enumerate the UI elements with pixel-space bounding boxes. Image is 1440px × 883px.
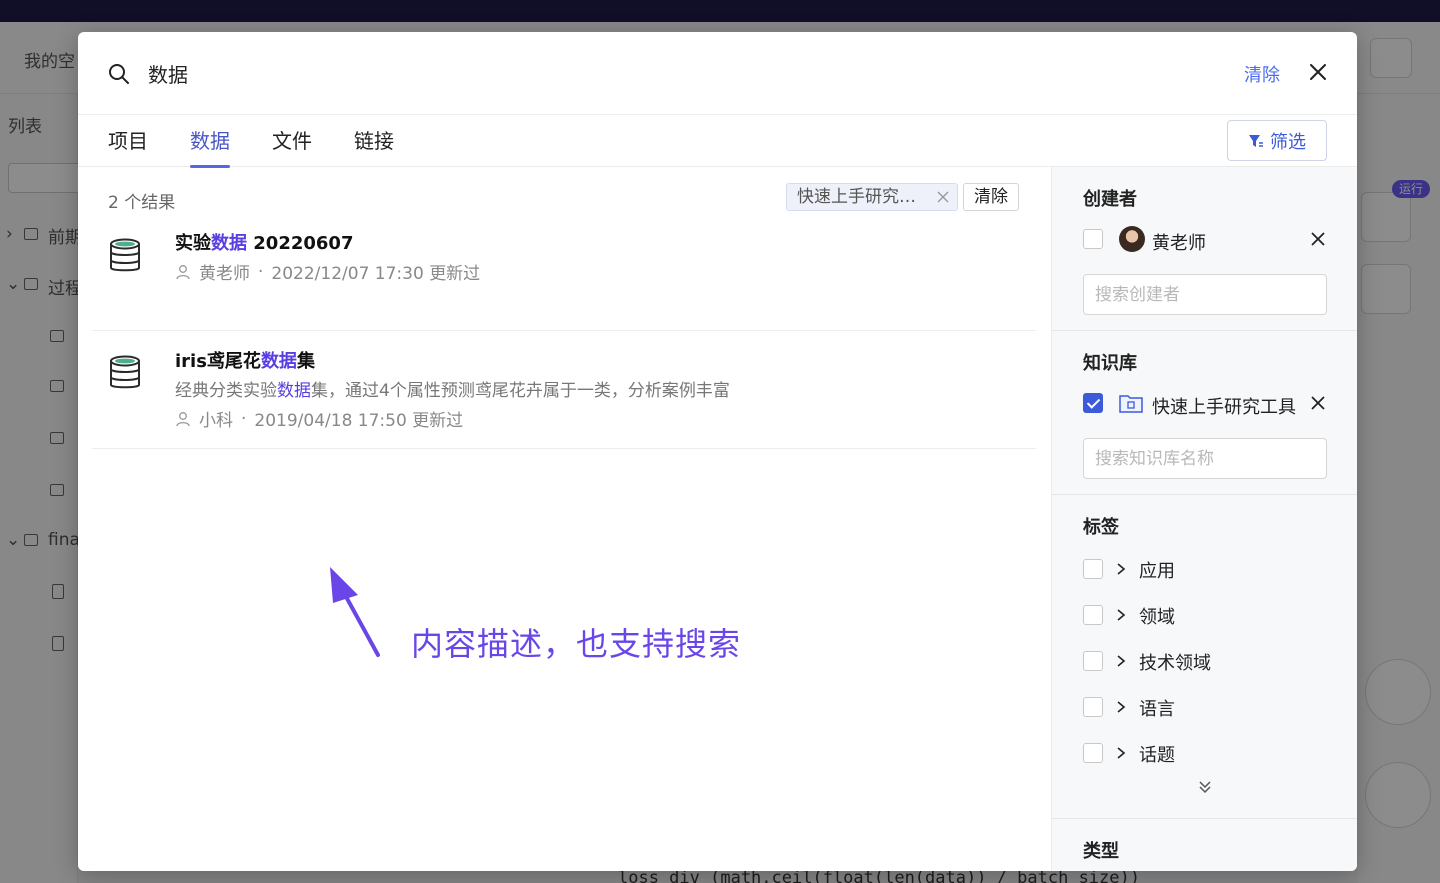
- user-icon: [176, 264, 190, 279]
- filter-panel: 创建者 黄老师 知识库 快速上手研究工具 标签: [1051, 167, 1357, 871]
- tag-checkbox[interactable]: [1083, 605, 1103, 625]
- chevron-right-icon[interactable]: [1115, 563, 1127, 575]
- meta-separator: ·: [241, 408, 247, 429]
- creator-checkbox[interactable]: [1083, 229, 1103, 249]
- remove-knowledge-base-icon[interactable]: [1310, 395, 1326, 411]
- chevron-right-icon[interactable]: [1115, 701, 1127, 713]
- result-title-text: 实验: [175, 233, 211, 254]
- filter-button-label: 筛选: [1270, 131, 1306, 153]
- type-filter-section: 类型: [1052, 819, 1357, 871]
- creator-search-input[interactable]: [1083, 274, 1327, 315]
- user-icon: [176, 411, 190, 426]
- result-description-highlight: 数据: [277, 381, 311, 401]
- database-icon: [110, 355, 140, 389]
- result-meta: 黄老师 · 2022/12/07 17:30 更新过: [175, 259, 480, 284]
- tag-checkbox[interactable]: [1083, 743, 1103, 763]
- search-input[interactable]: [148, 56, 1208, 90]
- tag-checkbox[interactable]: [1083, 651, 1103, 671]
- knowledge-base-filter-section: 知识库 快速上手研究工具: [1052, 331, 1357, 495]
- close-icon[interactable]: [1307, 61, 1329, 83]
- active-filter-chip-label: 快速上手研究…: [797, 187, 916, 207]
- avatar: [1119, 226, 1145, 252]
- creator-name: 黄老师: [1152, 233, 1206, 254]
- search-modal: 清除 项目 数据 文件 链接 筛选 2 个结果 快速上手研究… 清: [78, 32, 1357, 871]
- remove-chip-icon[interactable]: [937, 191, 949, 203]
- creator-filter-section: 创建者 黄老师: [1052, 167, 1357, 331]
- knowledge-base-search-input[interactable]: [1083, 438, 1327, 479]
- active-filter-chip: 快速上手研究…: [786, 183, 958, 211]
- result-tabs: 项目 数据 文件 链接 筛选: [78, 115, 1357, 168]
- result-updated: 2019/04/18 17:50 更新过: [254, 411, 464, 431]
- filter-icon: [1249, 134, 1263, 147]
- filter-button[interactable]: 筛选: [1227, 120, 1327, 161]
- arrow-annotation-icon: [330, 567, 380, 657]
- result-title: 实验数据 20220607: [175, 229, 353, 255]
- result-description-text: 经典分类实验: [175, 381, 277, 401]
- type-title: 类型: [1083, 841, 1119, 862]
- result-author: 小科: [199, 411, 233, 431]
- remove-creator-icon[interactable]: [1310, 231, 1326, 247]
- results-list: 2 个结果 快速上手研究… 清除 实验数据 20220607 黄老师 · 202…: [78, 167, 1051, 871]
- result-description-text: 集，通过4个属性预测鸢尾花卉属于一类，分析案例丰富: [311, 381, 730, 401]
- tags-title: 标签: [1083, 517, 1119, 538]
- result-title-text: 集: [296, 351, 315, 372]
- clear-filters-button[interactable]: 清除: [963, 183, 1019, 211]
- result-title: iris鸢尾花数据集: [175, 347, 315, 373]
- tag-checkbox[interactable]: [1083, 559, 1103, 579]
- result-count: 2 个结果: [108, 193, 176, 213]
- annotation-text: 内容描述，也支持搜索: [411, 625, 742, 663]
- tab-projects[interactable]: 项目: [108, 125, 148, 167]
- result-meta: 小科 · 2019/04/18 17:50 更新过: [175, 406, 463, 431]
- tag-item-label: 话题: [1139, 745, 1175, 766]
- search-icon: [109, 64, 129, 84]
- knowledge-base-icon: [1119, 395, 1143, 413]
- result-title-highlight: 数据: [211, 233, 247, 254]
- tags-filter-section: 标签 应用 领域 技术领域 语言 话题: [1052, 495, 1357, 819]
- meta-separator: ·: [258, 261, 264, 282]
- chevron-right-icon[interactable]: [1115, 655, 1127, 667]
- tag-checkbox[interactable]: [1083, 697, 1103, 717]
- result-title-text: 20220607: [247, 233, 354, 254]
- tab-links[interactable]: 链接: [354, 125, 394, 167]
- result-title-highlight: 数据: [260, 351, 297, 372]
- double-chevron-down-icon[interactable]: [1197, 779, 1213, 795]
- clear-search-link[interactable]: 清除: [1244, 61, 1280, 87]
- chevron-right-icon[interactable]: [1115, 747, 1127, 759]
- tag-item-label: 技术领域: [1139, 653, 1211, 674]
- knowledge-base-checkbox[interactable]: [1083, 393, 1103, 413]
- tag-item-label: 领域: [1139, 607, 1175, 628]
- database-icon: [110, 238, 140, 272]
- creator-title: 创建者: [1083, 189, 1137, 210]
- knowledge-base-title: 知识库: [1083, 353, 1137, 374]
- result-item[interactable]: 实验数据 20220607 黄老师 · 2022/12/07 17:30 更新过: [92, 217, 1036, 331]
- result-item[interactable]: iris鸢尾花数据集 经典分类实验数据集，通过4个属性预测鸢尾花卉属于一类，分析…: [92, 331, 1036, 449]
- tab-files[interactable]: 文件: [272, 125, 312, 167]
- result-title-text: iris鸢尾花: [175, 351, 261, 372]
- search-bar: 清除: [78, 32, 1357, 115]
- chevron-right-icon[interactable]: [1115, 609, 1127, 621]
- tag-item-label: 应用: [1139, 561, 1175, 582]
- result-updated: 2022/12/07 17:30 更新过: [271, 264, 481, 284]
- knowledge-base-name: 快速上手研究工具: [1152, 397, 1296, 418]
- tag-item-label: 语言: [1139, 699, 1175, 720]
- result-description: 经典分类实验数据集，通过4个属性预测鸢尾花卉属于一类，分析案例丰富: [175, 376, 730, 401]
- tab-data[interactable]: 数据: [190, 125, 230, 168]
- result-author: 黄老师: [199, 264, 250, 284]
